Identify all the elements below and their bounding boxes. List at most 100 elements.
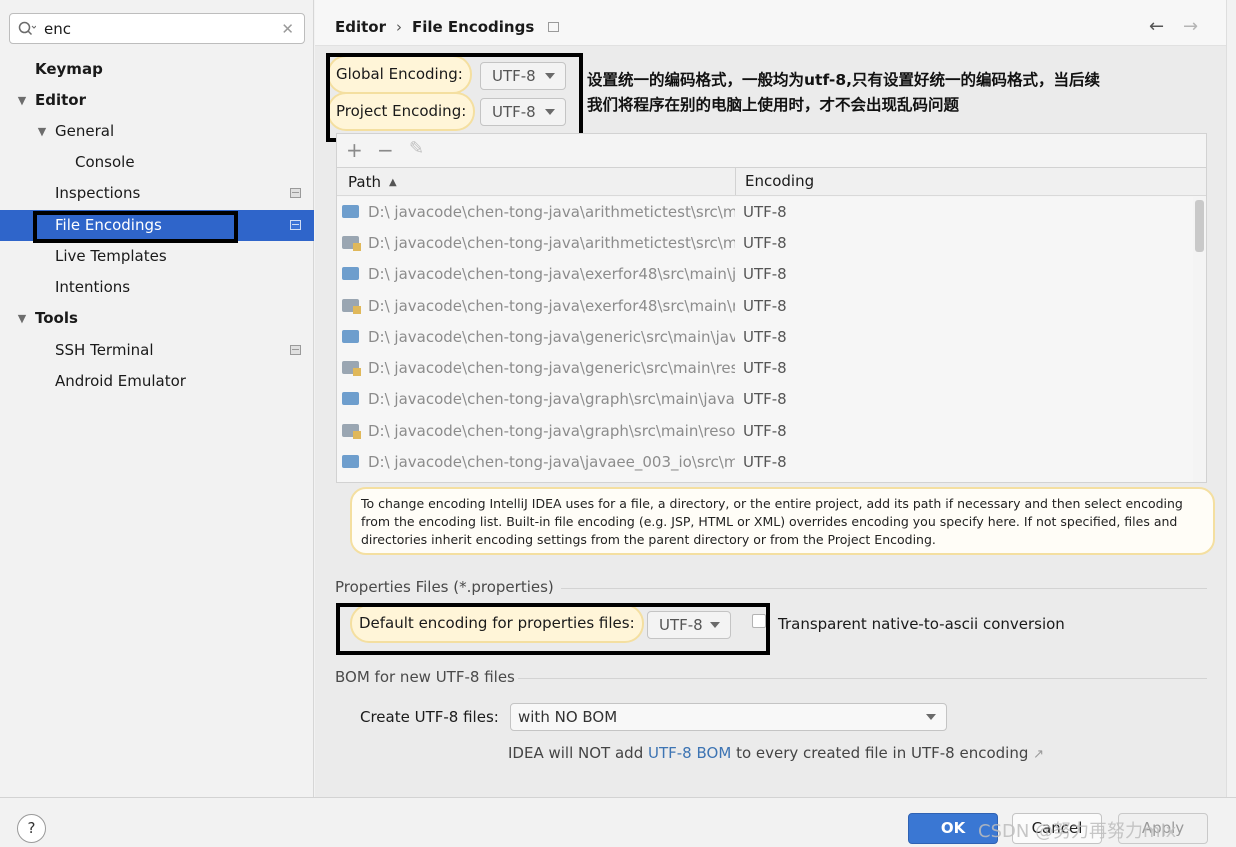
project-scope-icon <box>290 345 301 355</box>
combo-value: UTF-8 <box>659 616 703 634</box>
bom-note-prefix: IDEA will NOT add <box>508 744 644 762</box>
watermark: CSDN @努力再努力mlx <box>978 821 1177 842</box>
resources-folder-icon <box>342 424 361 439</box>
dropdown-arrow-icon <box>710 622 720 628</box>
resources-folder-icon <box>342 299 361 314</box>
remove-icon[interactable]: − <box>377 138 394 162</box>
sidebar-item-live-templates[interactable]: Live Templates <box>0 241 314 272</box>
column-header-encoding[interactable]: Encoding <box>735 168 1195 195</box>
table-row[interactable]: D:\ javacode\chen-tong-java\graph\src\ma… <box>337 416 1193 447</box>
sidebar-item-label: General <box>55 122 115 140</box>
path-encoding-table: + − ✎ Path ▲ Encoding D:\ javacode\chen-t… <box>336 133 1207 483</box>
search-input[interactable] <box>44 18 274 40</box>
table-header: Path ▲ Encoding <box>337 167 1206 196</box>
project-scope-icon <box>548 22 560 32</box>
external-link-icon[interactable]: ↗ <box>1033 747 1044 762</box>
path-cell: D:\ javacode\chen-tong-java\graph\src\ma… <box>368 422 735 440</box>
source-folder-icon <box>342 392 359 405</box>
forward-arrow-icon[interactable]: → <box>1183 16 1198 37</box>
sidebar-item-label: SSH Terminal <box>55 341 154 359</box>
table-row[interactable]: D:\ javacode\chen-tong-java\exerfor48\sr… <box>337 259 1193 290</box>
properties-encoding-combo[interactable]: UTF-8 <box>647 611 731 639</box>
global-encoding-combo[interactable]: UTF-8 <box>480 62 566 90</box>
encoding-cell[interactable]: UTF-8 <box>743 353 787 384</box>
sidebar-item-intentions[interactable]: Intentions <box>0 272 314 303</box>
breadcrumb-parent[interactable]: Editor <box>335 18 386 36</box>
sidebar-item-label: Console <box>75 153 135 171</box>
add-icon[interactable]: + <box>346 138 363 162</box>
table-row[interactable]: D:\ javacode\chen-tong-java\arithmeticte… <box>337 197 1193 228</box>
properties-default-encoding-label: Default encoding for properties files: <box>352 606 642 641</box>
resources-folder-icon <box>342 361 361 376</box>
edit-icon[interactable]: ✎ <box>409 138 424 159</box>
clear-search-icon[interactable]: ✕ <box>281 20 294 38</box>
help-button[interactable]: ? <box>17 814 46 843</box>
create-utf8-combo[interactable]: with NO BOM <box>510 703 947 731</box>
dropdown-arrow-icon <box>545 73 555 79</box>
breadcrumb: Editor › File Encodings <box>335 18 560 36</box>
window-edge-scrollbar <box>1226 0 1236 797</box>
combo-value: UTF-8 <box>492 103 536 121</box>
encoding-help-tip: To change encoding IntelliJ IDEA uses fo… <box>350 487 1215 555</box>
chevron-down-icon[interactable]: ▼ <box>15 303 29 334</box>
section-title: Properties Files (*.properties) <box>335 578 554 596</box>
sidebar-item-tools[interactable]: ▼ Tools <box>0 303 314 334</box>
sidebar-item-editor[interactable]: ▼ Editor <box>0 85 314 116</box>
table-row[interactable]: D:\ javacode\chen-tong-java\generic\src\… <box>337 353 1193 384</box>
transparent-conversion-label[interactable]: Transparent native-to-ascii conversion <box>778 615 1065 633</box>
path-cell: D:\ javacode\chen-tong-java\arithmeticte… <box>368 203 735 221</box>
project-encoding-label: Project Encoding: <box>329 94 474 129</box>
utf8-bom-link[interactable]: UTF-8 BOM <box>648 744 731 762</box>
sidebar-item-android-emulator[interactable]: Android Emulator <box>0 366 314 397</box>
encoding-cell[interactable]: UTF-8 <box>743 291 787 322</box>
table-row[interactable]: D:\ javacode\chen-tong-java\generic\src\… <box>337 322 1193 353</box>
global-encoding-label: Global Encoding: <box>329 57 470 92</box>
table-scrollbar[interactable] <box>1194 197 1206 482</box>
encoding-cell[interactable]: UTF-8 <box>743 322 787 353</box>
sidebar-item-keymap[interactable]: Keymap <box>0 54 314 85</box>
encoding-cell[interactable]: UTF-8 <box>743 259 787 290</box>
search-icon <box>18 21 37 41</box>
column-header-label: Path <box>348 173 381 191</box>
table-row[interactable]: D:\ javacode\chen-tong-java\arithmeticte… <box>337 228 1193 259</box>
source-folder-icon <box>342 455 359 468</box>
path-cell: D:\ javacode\chen-tong-java\javaee_003_i… <box>368 453 735 471</box>
annotation-line: 我们将程序在别的电脑上使用时，才不会出现乱码问题 <box>587 96 960 114</box>
table-body: D:\ javacode\chen-tong-java\arithmeticte… <box>337 197 1193 482</box>
table-row[interactable]: D:\ javacode\chen-tong-java\javaee_003_i… <box>337 447 1193 478</box>
encoding-cell[interactable]: UTF-8 <box>743 228 787 259</box>
dropdown-arrow-icon <box>545 109 555 115</box>
source-folder-icon <box>342 267 359 280</box>
chevron-down-icon[interactable]: ▼ <box>15 85 29 116</box>
sidebar-item-label: File Encodings <box>55 216 162 234</box>
annotation-note: 设置统一的编码格式，一般均为utf-8,只有设置好统一的编码格式，当后续 我们将… <box>587 68 1187 118</box>
sidebar-item-file-encodings[interactable]: File Encodings <box>0 210 314 241</box>
project-encoding-combo[interactable]: UTF-8 <box>480 98 566 126</box>
annotation-line: 设置统一的编码格式，一般均为utf-8,只有设置好统一的编码格式，当后续 <box>587 71 1101 89</box>
resources-folder-icon <box>342 236 361 251</box>
encoding-cell[interactable]: UTF-8 <box>743 197 787 228</box>
encoding-cell[interactable]: UTF-8 <box>743 384 787 415</box>
sidebar-item-label: Tools <box>35 309 78 327</box>
sidebar-item-inspections[interactable]: Inspections <box>0 178 314 209</box>
path-cell: D:\ javacode\chen-tong-java\arithmeticte… <box>368 234 735 252</box>
table-row[interactable]: D:\ javacode\chen-tong-java\graph\src\ma… <box>337 384 1193 415</box>
transparent-conversion-checkbox[interactable] <box>752 614 766 628</box>
encoding-cell[interactable]: UTF-8 <box>743 447 787 478</box>
settings-search-box[interactable]: ✕ <box>9 13 305 44</box>
column-header-path[interactable]: Path ▲ <box>348 173 397 191</box>
bom-note: IDEA will NOT add UTF-8 BOM to every cre… <box>508 744 1044 762</box>
sidebar-item-general[interactable]: ▼ General <box>0 116 314 147</box>
back-arrow-icon[interactable]: ← <box>1149 16 1164 37</box>
table-row[interactable]: D:\ javacode\chen-tong-java\exerfor48\sr… <box>337 291 1193 322</box>
path-cell: D:\ javacode\chen-tong-java\generic\src\… <box>368 359 735 377</box>
encoding-cell[interactable]: UTF-8 <box>743 416 787 447</box>
sidebar-item-ssh-terminal[interactable]: SSH Terminal <box>0 335 314 366</box>
path-cell: D:\ javacode\chen-tong-java\exerfor48\sr… <box>368 265 735 283</box>
source-folder-icon <box>342 205 359 218</box>
combo-value: UTF-8 <box>492 67 536 85</box>
chevron-down-icon[interactable]: ▼ <box>35 116 49 147</box>
sidebar-item-console[interactable]: Console <box>0 147 314 178</box>
scrollbar-thumb[interactable] <box>1195 200 1204 252</box>
sidebar-item-label: Live Templates <box>55 247 167 265</box>
